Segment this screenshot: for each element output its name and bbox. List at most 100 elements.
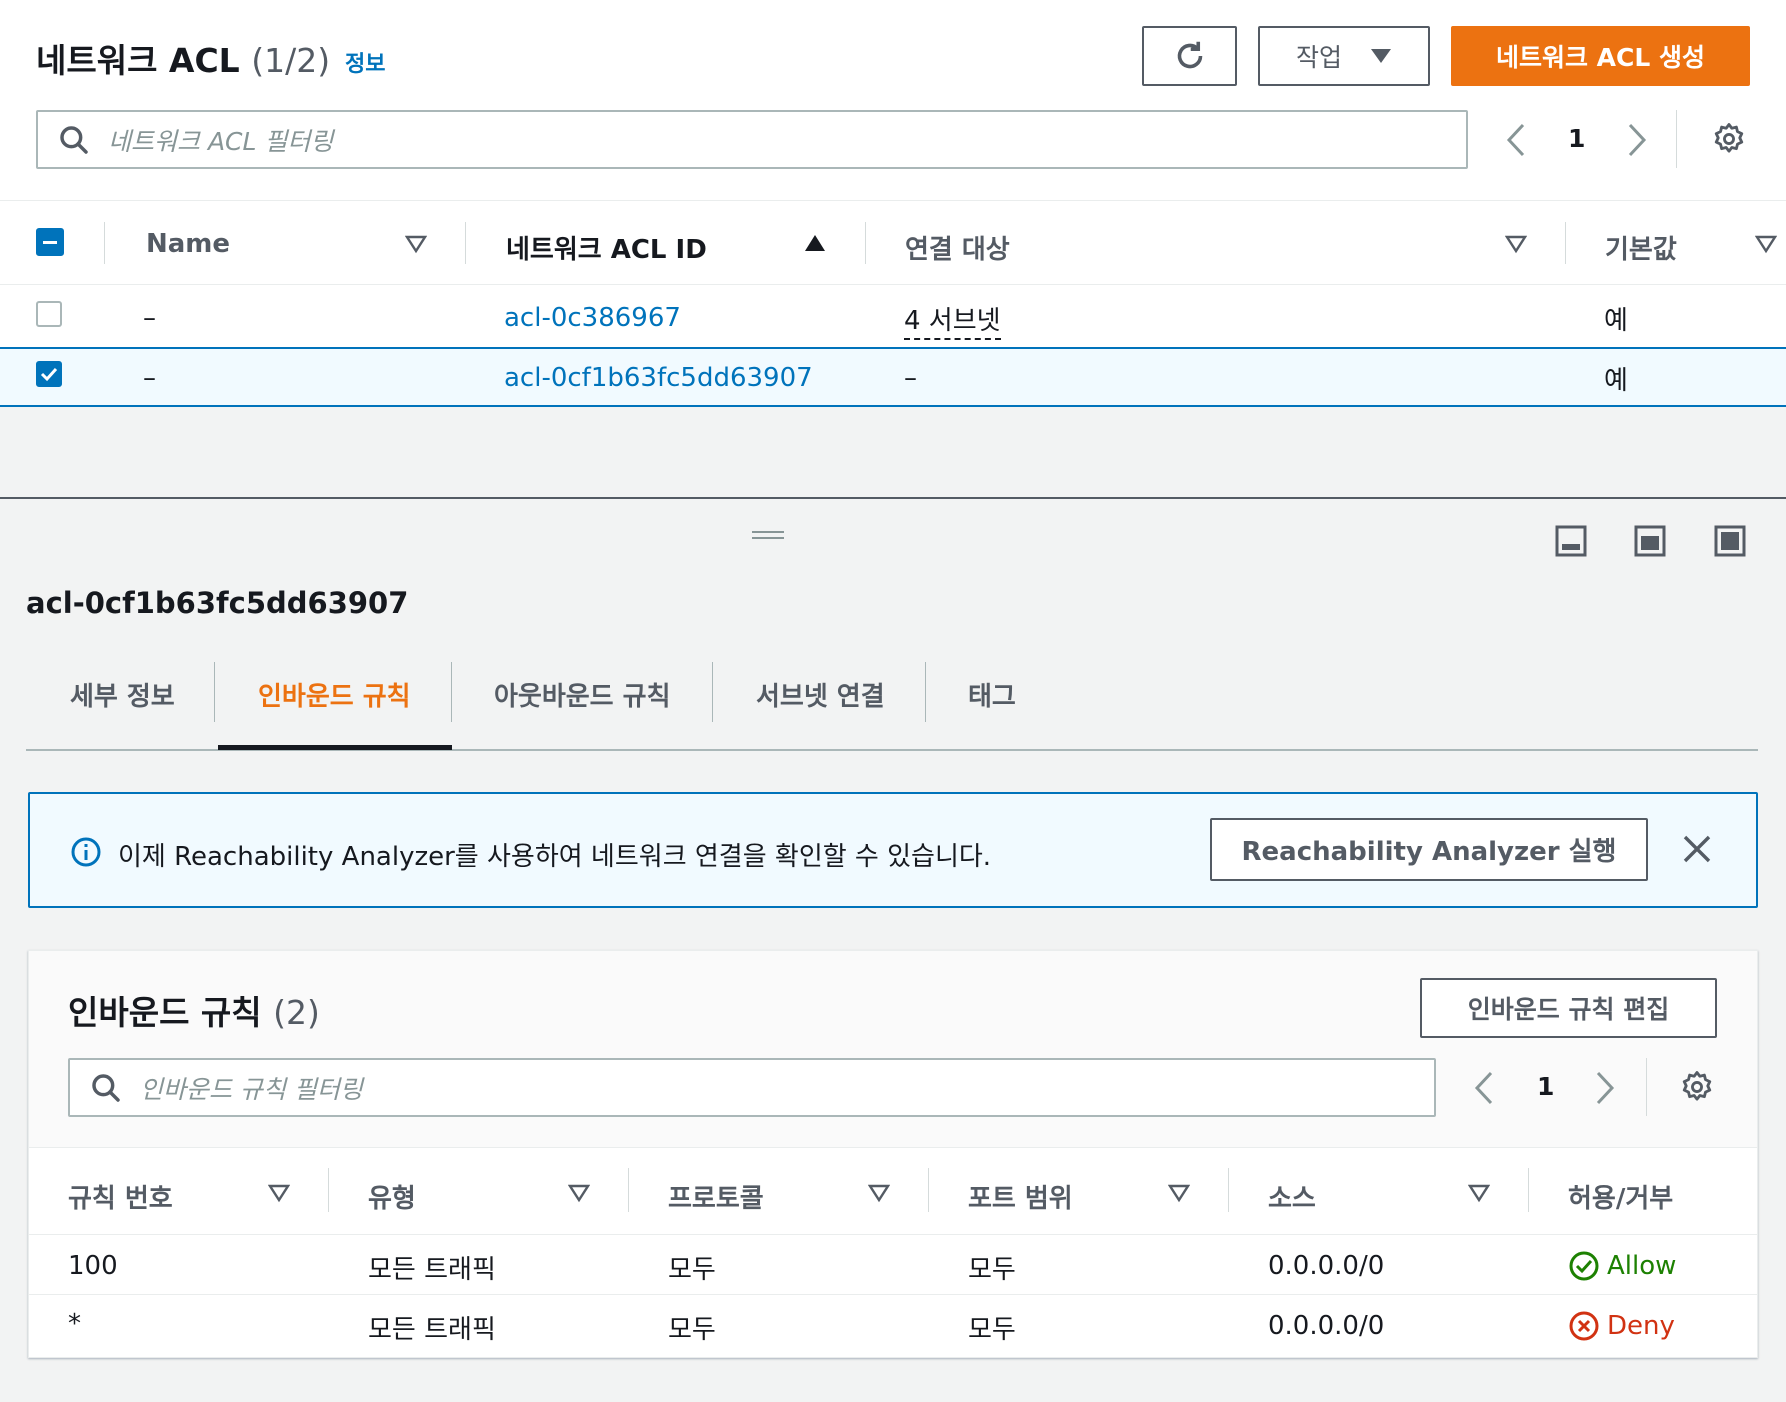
select-all-checkbox[interactable] — [36, 228, 64, 256]
inbound-count: (2) — [273, 993, 320, 1032]
rule-action-deny: Deny — [1607, 1311, 1675, 1341]
panel-position-side-icon[interactable] — [1634, 525, 1666, 557]
col-header-rule-number[interactable]: 규칙 번호 — [68, 1178, 173, 1215]
sort-icon[interactable] — [568, 1183, 590, 1203]
col-divider — [328, 1168, 329, 1212]
settings-gear-icon[interactable] — [1680, 1070, 1714, 1104]
inbound-title: 인바운드 규칙 (2) — [68, 993, 320, 1032]
rule-type: 모든 트래픽 — [368, 1315, 496, 1345]
x-circle-icon — [1569, 1311, 1599, 1341]
search-icon — [92, 1073, 120, 1102]
col-divider — [1228, 1168, 1229, 1212]
row-checkbox[interactable] — [36, 301, 62, 327]
row-acl-id-link[interactable]: acl-0cf1b63fc5dd63907 — [504, 363, 813, 393]
next-page-icon[interactable] — [1592, 1071, 1616, 1105]
rule-action-allow: Allow — [1607, 1251, 1677, 1281]
tab-subnet-associations[interactable]: 서브넷 연결 — [756, 676, 885, 713]
active-tab-indicator — [218, 745, 452, 750]
col-header-default[interactable]: 기본값 — [1605, 229, 1677, 266]
drag-handle-icon[interactable] — [752, 531, 784, 539]
table-row[interactable] — [0, 285, 1786, 347]
col-divider — [1565, 222, 1566, 264]
pager-divider — [1676, 110, 1677, 168]
inbound-filter-input[interactable]: 인바운드 규칙 필터링 — [68, 1058, 1436, 1117]
header-divider — [29, 1147, 1757, 1148]
table-empty-area — [0, 407, 1786, 497]
col-header-name[interactable]: Name — [146, 229, 230, 259]
row-default: 예 — [1604, 306, 1628, 336]
tab-divider — [451, 662, 452, 722]
table-row[interactable] — [29, 1235, 1757, 1293]
rule-number: * — [68, 1309, 81, 1339]
col-header-association[interactable]: 연결 대상 — [905, 229, 1010, 266]
caret-down-icon — [1371, 49, 1391, 63]
col-divider — [1528, 1168, 1529, 1212]
tab-inbound-rules[interactable]: 인바운드 규칙 — [258, 676, 411, 713]
refresh-button[interactable] — [1142, 26, 1237, 86]
tab-details[interactable]: 세부 정보 — [70, 676, 175, 713]
inbound-filter-placeholder: 인바운드 규칙 필터링 — [140, 1074, 363, 1104]
col-header-allow-deny[interactable]: 허용/거부 — [1568, 1178, 1673, 1215]
col-header-port-range[interactable]: 포트 범위 — [968, 1178, 1073, 1215]
sort-icon[interactable] — [405, 234, 427, 254]
table-row-selected[interactable] — [0, 347, 1786, 407]
sort-icon[interactable] — [268, 1183, 290, 1203]
detail-title: acl-0cf1b63fc5dd63907 — [26, 586, 409, 620]
actions-dropdown[interactable]: 작업 — [1258, 26, 1430, 86]
sort-icon[interactable] — [1468, 1183, 1490, 1203]
sort-ascending-icon[interactable] — [804, 234, 826, 252]
col-header-protocol[interactable]: 프로토콜 — [668, 1178, 764, 1215]
tab-divider — [712, 662, 713, 722]
settings-gear-icon[interactable] — [1712, 122, 1746, 156]
prev-page-icon[interactable] — [1505, 123, 1529, 157]
next-page-icon[interactable] — [1624, 123, 1648, 157]
row-association-link[interactable]: 4 서브넷 — [904, 300, 1001, 340]
current-page[interactable]: 1 — [1537, 1072, 1554, 1101]
checkmark-icon — [40, 367, 58, 382]
row-checkbox-checked[interactable] — [36, 361, 62, 387]
col-header-type[interactable]: 유형 — [368, 1178, 416, 1215]
current-page[interactable]: 1 — [1568, 124, 1585, 153]
tab-tags[interactable]: 태그 — [968, 676, 1016, 713]
sort-icon[interactable] — [868, 1183, 890, 1203]
check-circle-icon — [1569, 1251, 1599, 1281]
create-acl-button[interactable]: 네트워크 ACL 생성 — [1451, 26, 1750, 86]
panel-position-full-icon[interactable] — [1714, 525, 1746, 557]
rule-port-range: 모두 — [968, 1255, 1016, 1285]
row-acl-id-link[interactable]: acl-0c386967 — [504, 303, 681, 333]
tab-divider — [214, 662, 215, 722]
tab-outbound-rules[interactable]: 아웃바운드 규칙 — [494, 676, 671, 713]
pager-divider — [1646, 1058, 1647, 1116]
info-link[interactable]: 정보 — [345, 46, 385, 78]
sort-icon[interactable] — [1505, 234, 1527, 254]
sort-icon[interactable] — [1168, 1183, 1190, 1203]
selection-count: (1/2) — [251, 41, 331, 80]
close-icon[interactable] — [1682, 834, 1712, 864]
page-title: 네트워크 ACL (1/2) — [36, 41, 331, 80]
rule-source: 0.0.0.0/0 — [1268, 1251, 1385, 1281]
col-header-source[interactable]: 소스 — [1268, 1178, 1316, 1215]
col-divider — [628, 1168, 629, 1212]
col-divider — [465, 222, 466, 264]
acl-filter-placeholder: 네트워크 ACL 필터링 — [108, 126, 334, 156]
row-name: – — [143, 303, 156, 333]
prev-page-icon[interactable] — [1473, 1071, 1497, 1105]
edit-inbound-rules-button[interactable]: 인바운드 규칙 편집 — [1420, 978, 1717, 1038]
col-divider — [928, 1168, 929, 1212]
rule-source: 0.0.0.0/0 — [1268, 1311, 1385, 1341]
info-icon — [71, 837, 101, 867]
table-row[interactable] — [29, 1295, 1757, 1353]
rule-type: 모든 트래픽 — [368, 1255, 496, 1285]
row-default: 예 — [1604, 366, 1628, 396]
acl-filter-input[interactable]: 네트워크 ACL 필터링 — [36, 110, 1468, 169]
sort-icon[interactable] — [1755, 234, 1777, 254]
rule-port-range: 모두 — [968, 1315, 1016, 1345]
banner-text: 이제 Reachability Analyzer를 사용하여 네트워크 연결을 … — [118, 842, 992, 872]
table-top-divider — [0, 200, 1786, 201]
col-header-acl-id[interactable]: 네트워크 ACL ID — [506, 229, 707, 266]
row-name: – — [143, 363, 156, 393]
panel-position-bottom-icon[interactable] — [1555, 525, 1587, 557]
rule-number: 100 — [68, 1251, 118, 1281]
run-reachability-analyzer-button[interactable]: Reachability Analyzer 실행 — [1210, 818, 1648, 881]
rule-protocol: 모두 — [668, 1315, 716, 1345]
